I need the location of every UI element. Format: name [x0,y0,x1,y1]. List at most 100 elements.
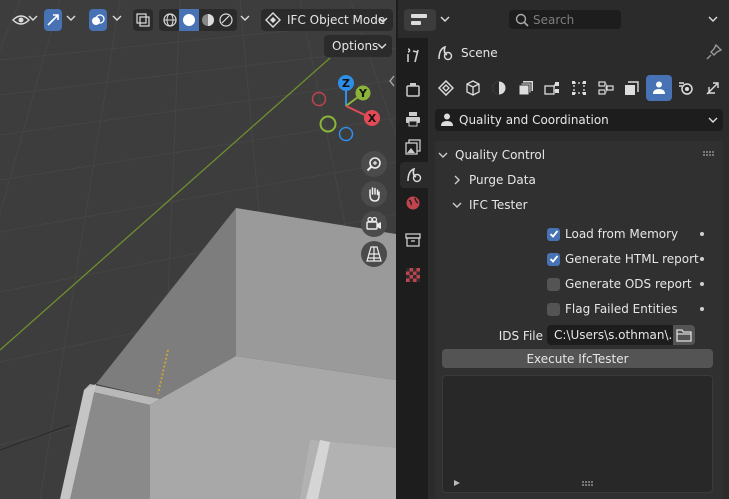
zoom-button[interactable] [361,151,387,177]
tab-texture[interactable] [400,262,426,288]
ifc-tester-subpanel-header[interactable]: IFC Tester [451,197,528,213]
shading-mode-group [159,9,237,31]
purge-data-subpanel-header[interactable]: Purge Data [451,172,536,188]
subtab-services[interactable] [539,75,565,101]
properties-editor-icon [411,14,427,25]
chevron-down-icon[interactable] [112,13,122,23]
chevron-down-icon[interactable] [240,13,250,23]
tab-view-layer[interactable] [400,134,426,160]
subtab-object[interactable] [460,75,486,101]
subtab-project[interactable] [433,75,459,101]
tab-world[interactable] [400,190,426,216]
flag-failed-entities-checkbox[interactable]: Flag Failed Entities [547,300,678,318]
checkbox-box[interactable] [547,277,560,291]
sidebar-toggle-icon[interactable] [388,75,396,87]
browse-ids-file-button[interactable] [673,325,695,345]
quality-users-icon [653,81,665,94]
pan-button[interactable] [361,181,387,207]
chevron-down-icon[interactable] [708,14,718,24]
perspective-toggle-button[interactable] [361,241,387,267]
rendered-sphere-icon [219,13,233,27]
y-axis-label: Y [358,87,368,100]
checkbox-box[interactable] [547,252,560,266]
negative-y-axis-handle[interactable] [319,115,337,133]
xray-icon [136,13,150,27]
chevron-down-icon [438,152,448,158]
chevron-down-icon[interactable] [28,13,38,23]
subtab-quality[interactable] [646,75,672,101]
quality-control-title: Quality Control [455,148,546,162]
generate-html-report-checkbox[interactable]: Generate HTML report [547,250,699,268]
keyframe-dot-icon[interactable] [700,257,704,261]
subtab-scheduling[interactable] [593,75,619,101]
search-input[interactable]: Search [509,10,621,29]
3d-viewport[interactable]: IFC Object Mode Options Z Y X [0,0,396,499]
chevron-down-icon [708,117,718,123]
tab-collection[interactable] [400,227,426,253]
checkbox-label: Load from Memory [565,227,679,241]
wireframe-shading-button[interactable] [161,11,179,29]
transform-gizmo-icon [47,14,59,26]
negative-z-axis-handle[interactable] [338,126,354,142]
chevron-down-icon [452,202,462,208]
subtab-collaboration[interactable] [673,75,699,101]
exchange-arrows-icon [706,82,719,95]
options-button[interactable]: Options [324,35,392,57]
load-from-memory-checkbox[interactable]: Load from Memory [547,225,678,243]
tab-output[interactable] [400,106,426,132]
checkbox-box[interactable] [547,227,560,241]
navigation-gizmo[interactable]: Z Y X [306,72,386,152]
gizmo-toggle-button[interactable] [44,9,62,31]
xray-toggle-button[interactable] [133,9,153,31]
pin-icon[interactable] [706,44,722,60]
subtab-structural[interactable] [566,75,592,101]
keyframe-dot-icon[interactable] [700,232,704,236]
checkmark-icon [549,255,558,263]
camera-view-button[interactable] [361,211,387,237]
archive-box-icon [405,233,421,247]
x-axis-label: X [368,112,377,125]
ifc-logo-icon [438,80,454,96]
execute-ifctester-button[interactable]: Execute IfcTester [442,349,713,368]
checkmark-icon [549,230,558,238]
generate-ods-report-checkbox[interactable]: Generate ODS report [547,275,692,293]
drag-handle-icon[interactable] [703,151,715,157]
overlay-icon [92,14,105,25]
tab-scene[interactable] [400,162,428,188]
z-axis-label: Z [342,77,350,90]
keyframe-dot-icon[interactable] [700,282,704,286]
editor-type-selector[interactable] [404,9,436,31]
quality-control-header[interactable]: Quality Control [437,147,545,163]
negative-x-axis-handle[interactable] [311,91,327,107]
subtab-drawings[interactable] [513,75,539,101]
checkbox-box[interactable] [547,302,560,316]
subtab-exchange[interactable] [700,75,726,101]
sheets-icon [518,81,533,96]
subtab-facility[interactable] [619,75,645,101]
rendered-shading-button[interactable] [217,11,235,29]
tab-render[interactable] [400,77,426,103]
context-label: Scene [461,46,498,60]
material-shading-button[interactable] [199,11,217,29]
keyframe-dot-icon[interactable] [700,307,704,311]
cube-icon [466,80,480,96]
tool-icon [407,48,419,63]
report-output-area[interactable] [442,375,713,493]
subtab-geometry[interactable] [486,75,512,101]
context-breadcrumb: Scene [437,42,498,64]
solid-sphere-icon [183,14,195,26]
overlay-toggle-button[interactable] [89,9,107,31]
solid-shading-button[interactable] [179,9,199,31]
tab-category-dropdown[interactable]: Quality and Coordination [435,109,723,131]
grid-perspective-icon [366,246,382,262]
ifc-logo-icon [265,12,281,28]
chevron-down-icon[interactable] [66,13,76,23]
resize-handle-icon[interactable] [582,481,594,487]
tab-tool[interactable] [400,43,426,69]
chevron-down-icon[interactable] [440,14,450,24]
hand-icon [369,187,380,202]
play-triangle-icon[interactable] [453,479,461,487]
interaction-mode-select[interactable]: IFC Object Mode [261,9,393,31]
quality-users-icon [441,113,453,126]
ids-file-input[interactable]: C:\Users\s.othman\... [547,325,673,345]
